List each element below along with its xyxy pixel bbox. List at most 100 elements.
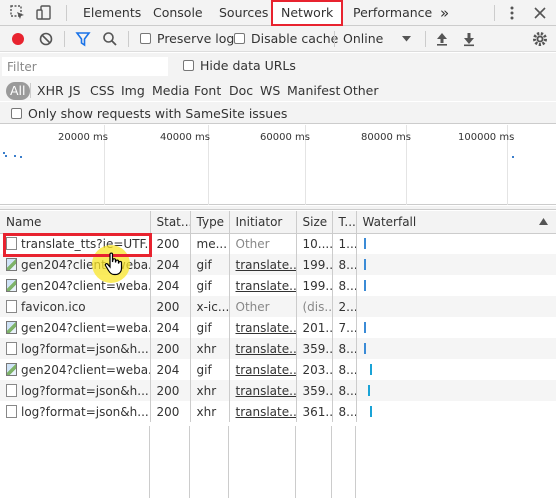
disable-cache-checkbox[interactable]: Disable cache [234,30,338,48]
divider [128,31,129,47]
import-har-icon[interactable] [434,31,450,47]
type-filter-xhr[interactable]: XHR [37,82,64,100]
preserve-log-checkbox[interactable]: Preserve log [140,30,234,48]
type-filter-ws[interactable]: WS [260,82,280,100]
hand-pointer-icon [104,252,123,276]
cell-type: gif [190,317,230,338]
cell-type: gif [190,275,230,296]
waterfall-bar [363,279,366,291]
divider [64,31,65,47]
type-filter-css[interactable]: CSS [90,82,115,100]
cell-waterfall [356,359,556,380]
tab-elements[interactable]: Elements [83,0,141,26]
filter-input[interactable] [2,57,168,76]
device-toolbar-icon[interactable] [35,4,53,22]
export-har-icon[interactable] [461,31,477,47]
cell-name[interactable]: favicon.ico [0,296,151,317]
overview-timeline[interactable]: 20000 ms 40000 ms 60000 ms 80000 ms 1000… [0,125,556,205]
tab-sources[interactable]: Sources [219,0,268,26]
type-filter-media[interactable]: Media [152,82,190,100]
type-filter-font[interactable]: Font [194,82,221,100]
waterfall-bar [369,363,372,375]
column-header-type[interactable]: Type [190,211,230,234]
request-name: log?format=json&h... [21,341,149,356]
column-header-time[interactable]: T... [332,211,357,234]
chevron-down-icon[interactable] [402,36,412,42]
cell-name[interactable]: log?format=json&h... [0,401,151,422]
cell-status: 200 [150,296,191,317]
hide-data-urls-checkbox[interactable]: Hide data URLs [183,57,296,75]
initiator-value: translate... [235,404,296,419]
samesite-checkbox[interactable]: Only show requests with SameSite issues [11,105,287,123]
gear-icon[interactable] [531,30,549,48]
table-empty-area [0,426,556,498]
cell-initiator[interactable]: translate... [229,275,297,296]
cell-initiator: Other [229,233,297,254]
type-filter-other[interactable]: Other [343,82,379,100]
panel-divider [0,206,556,210]
cell-name[interactable]: gen204?client=weba... [0,275,151,296]
table-row[interactable]: gen204?client=weba... 204 gif translate... 1… [0,254,556,275]
request-name: gen204?client=weba... [21,278,150,293]
type-filter-img[interactable]: Img [121,82,145,100]
cell-initiator[interactable]: translate... [229,380,297,401]
sort-ascending-icon[interactable] [538,218,548,225]
column-header-size[interactable]: Size [296,211,333,234]
checkbox-box[interactable] [234,33,245,44]
request-name: gen204?client=weba... [21,257,150,272]
filter-icon[interactable] [75,31,91,47]
search-icon[interactable] [102,31,118,47]
checkbox-box[interactable] [140,33,151,44]
cell-waterfall [356,317,556,338]
column-header-name[interactable]: Name [0,211,151,234]
cell-initiator[interactable]: translate... [229,338,297,359]
table-row[interactable]: log?format=json&h... 200 xhr translate... 35… [0,380,556,401]
cell-type: me... [190,233,230,254]
initiator-value: translate... [235,257,296,272]
checkbox-box[interactable] [11,108,22,119]
type-filter-js[interactable]: JS [69,82,81,100]
timeline-request-mark [5,155,7,157]
image-icon [6,320,17,334]
cell-initiator[interactable]: translate... [229,254,297,275]
table-row[interactable]: log?format=json&h... 200 xhr translate... 35… [0,338,556,359]
cell-initiator[interactable]: translate... [229,401,297,422]
throttling-select[interactable]: Online [343,30,383,48]
cell-type: x-ic... [190,296,230,317]
table-row[interactable]: gen204?client=weba... 204 gif translate... 2… [0,317,556,338]
type-filter-all[interactable]: All [6,82,30,100]
type-filter-manifest[interactable]: Manifest [287,82,340,100]
request-name: log?format=json&h... [21,383,149,398]
column-header-status[interactable]: Stat... [150,211,191,234]
devtools-tab-bar: Elements Console Sources Network Perform… [0,0,556,26]
table-row[interactable]: gen204?client=weba... 204 gif translate... 1… [0,275,556,296]
cell-name[interactable]: log?format=json&h... [0,380,151,401]
cell-name[interactable]: log?format=json&h... [0,338,151,359]
checkbox-box[interactable] [183,60,194,71]
column-header-initiator[interactable]: Initiator [229,211,297,234]
inspect-element-icon[interactable] [9,4,27,22]
cell-initiator[interactable]: translate... [229,317,297,338]
close-icon[interactable] [531,4,549,22]
cell-time: 8... [332,401,357,422]
request-name: favicon.ico [21,299,86,314]
cell-size: 359... [296,380,333,401]
kebab-menu-icon[interactable] [503,4,521,22]
divider [66,5,67,21]
cell-initiator[interactable]: translate... [229,359,297,380]
tab-performance[interactable]: Performance [353,0,432,26]
record-icon[interactable] [10,31,26,47]
table-row[interactable]: log?format=json&h... 200 xhr translate... 36… [0,401,556,422]
request-name: gen204?client=weba... [21,320,150,335]
type-filter-doc[interactable]: Doc [229,82,253,100]
clear-icon[interactable] [38,31,54,47]
cell-name[interactable]: gen204?client=weba... [0,317,151,338]
image-icon [6,257,17,271]
table-row[interactable]: favicon.ico 200x-ic... Other (dis...2... [0,296,556,317]
more-tabs-button[interactable]: » [440,0,449,26]
cell-name[interactable]: gen204?client=weba... [0,359,151,380]
tab-console[interactable]: Console [153,0,203,26]
table-row[interactable]: gen204?client=weba... 204 gif translate... 2… [0,359,556,380]
column-header-waterfall[interactable]: Waterfall [356,211,556,234]
tab-network[interactable]: Network [271,0,344,26]
